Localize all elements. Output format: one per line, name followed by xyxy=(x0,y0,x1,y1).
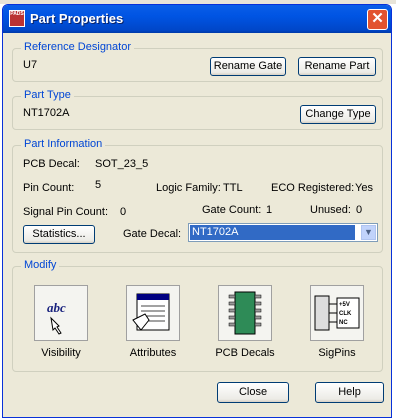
part-properties-dialog: PADS Part Properties ✕ Reference Designa… xyxy=(2,4,392,418)
pcb-decal-chip-icon xyxy=(228,291,262,335)
pcb-decal-label: PCB Decal: xyxy=(23,158,80,170)
rename-gate-button[interactable]: Rename Gate xyxy=(210,57,286,76)
reference-designator-value: U7 xyxy=(23,59,38,71)
svg-text:+5V: +5V xyxy=(339,302,350,308)
attributes-icon xyxy=(132,293,170,331)
gate-decal-select[interactable]: NT1702A ▼ xyxy=(188,223,378,242)
pcb-decals-label: PCB Decals xyxy=(215,347,275,359)
unused-value: 0 xyxy=(356,204,363,216)
modify-group-label: Modify xyxy=(21,259,60,271)
pin-count-value: 5 xyxy=(95,179,102,191)
chevron-down-icon[interactable]: ▼ xyxy=(361,225,376,240)
title-bar[interactable]: PADS Part Properties ✕ xyxy=(3,5,391,33)
svg-text:abc: abc xyxy=(47,300,66,315)
visibility-icon: abc xyxy=(47,300,66,335)
logic-family-value: TTL xyxy=(223,182,243,194)
part-type-value: NT1702A xyxy=(23,107,70,119)
unused-label: Unused: xyxy=(310,204,351,216)
window-close-button[interactable]: ✕ xyxy=(367,9,388,30)
gate-decal-selected-value: NT1702A xyxy=(190,225,355,240)
part-information-group: Part Information PCB Decal: SOT_23_5 Pin… xyxy=(12,138,383,253)
dialog-title: Part Properties xyxy=(30,11,124,26)
pcb-decals-button[interactable] xyxy=(218,285,272,341)
attributes-button[interactable] xyxy=(126,285,180,341)
part-information-group-label: Part Information xyxy=(21,138,106,150)
reference-designator-group-label: Reference Designator xyxy=(21,41,135,53)
reference-designator-group: Reference Designator U7 Rename Gate Rena… xyxy=(12,41,383,82)
signal-pin-count-label: Signal Pin Count: xyxy=(23,206,108,218)
pads-app-icon: PADS xyxy=(9,10,25,27)
logic-family-label: Logic Family: xyxy=(156,182,221,194)
part-type-group-label: Part Type xyxy=(21,89,74,101)
modify-group: Modify abc Visibility Attributes PCB Dec… xyxy=(12,259,383,372)
eco-registered-label: ECO Registered: xyxy=(271,182,355,194)
pin-count-label: Pin Count: xyxy=(23,182,75,194)
statistics-button[interactable]: Statistics... xyxy=(23,225,95,244)
sigpins-button[interactable]: +5V CLK NC xyxy=(310,285,364,341)
visibility-label: Visibility xyxy=(41,347,81,359)
change-type-button[interactable]: Change Type xyxy=(300,105,376,124)
svg-text:NC: NC xyxy=(339,320,348,326)
sigpins-label: SigPins xyxy=(318,347,356,359)
attributes-label: Attributes xyxy=(129,347,177,359)
rename-part-button[interactable]: Rename Part xyxy=(298,57,376,76)
gate-count-label: Gate Count: xyxy=(202,204,262,216)
help-button[interactable]: Help xyxy=(315,382,384,403)
pcb-decal-value: SOT_23_5 xyxy=(95,158,149,170)
svg-text:CLK: CLK xyxy=(339,311,352,317)
signal-pin-count-value: 0 xyxy=(120,206,127,218)
part-type-group: Part Type NT1702A Change Type xyxy=(12,89,383,130)
gate-decal-label: Gate Decal: xyxy=(123,228,182,240)
gate-count-value: 1 xyxy=(266,204,273,216)
close-button[interactable]: Close xyxy=(217,382,289,403)
visibility-button[interactable]: abc xyxy=(34,285,88,341)
eco-registered-value: Yes xyxy=(355,182,373,194)
sigpins-icon: +5V CLK NC xyxy=(314,295,360,331)
